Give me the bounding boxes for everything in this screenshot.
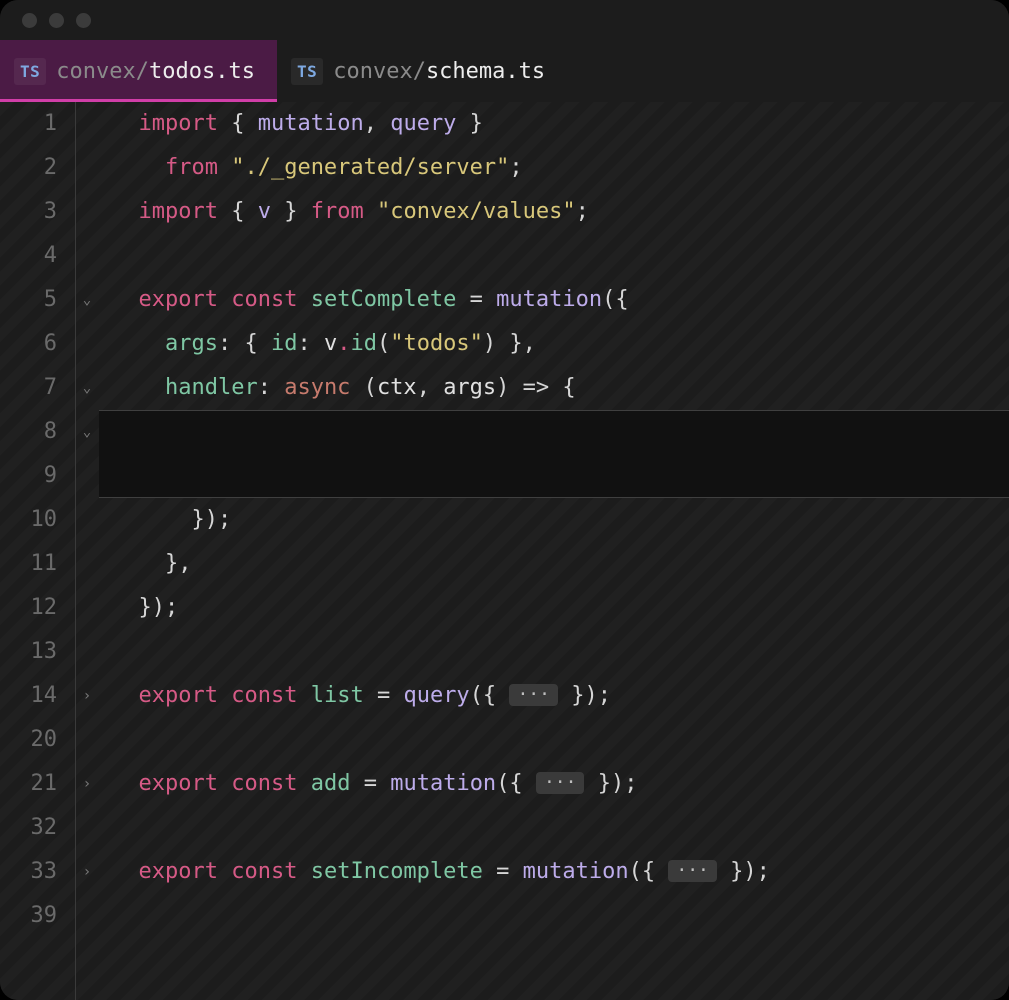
line-number-gutter: 12345678910111213142021323339 xyxy=(0,102,76,1000)
line-number: 13 xyxy=(0,630,75,674)
fold-gutter: ⌄⌄⌄››› xyxy=(76,102,98,1000)
code-line: import { mutation, query } xyxy=(112,102,1009,146)
line-number: 21 xyxy=(0,762,75,806)
code-line: args: { id: v.id("todos") }, xyxy=(112,322,1009,366)
code-line xyxy=(112,234,1009,278)
ts-badge-icon: TS xyxy=(14,58,46,85)
code-editor[interactable]: 12345678910111213142021323339 ⌄⌄⌄››› imp… xyxy=(0,102,1009,1000)
fold-open-icon[interactable]: ⌄ xyxy=(76,366,98,410)
fold-closed-icon[interactable]: › xyxy=(76,674,98,718)
code-line xyxy=(112,718,1009,762)
line-number: 14 xyxy=(0,674,75,718)
line-number: 3 xyxy=(0,190,75,234)
code-content: import { mutation, query } from "./_gene… xyxy=(98,102,1009,1000)
folded-code-icon[interactable]: ··· xyxy=(509,684,558,706)
line-number: 4 xyxy=(0,234,75,278)
editor-window: TS convex/todos.ts TS convex/schema.ts 1… xyxy=(0,0,1009,1000)
code-line: }, xyxy=(112,542,1009,586)
folded-code-icon[interactable]: ··· xyxy=(668,860,717,882)
code-line: }); xyxy=(112,586,1009,630)
fold-open-icon[interactable]: ⌄ xyxy=(76,278,98,322)
line-number: 32 xyxy=(0,806,75,850)
code-line xyxy=(112,630,1009,674)
code-line: import { v } from "convex/values"; xyxy=(112,190,1009,234)
line-number: 7 xyxy=(0,366,75,410)
line-number: 8 xyxy=(0,410,75,454)
line-number: 33 xyxy=(0,850,75,894)
folded-code-icon[interactable]: ··· xyxy=(536,772,585,794)
line-number: 2 xyxy=(0,146,75,190)
window-zoom-dot[interactable] xyxy=(76,13,91,28)
line-number: 39 xyxy=(0,894,75,938)
line-number: 1 xyxy=(0,102,75,146)
window-minimize-dot[interactable] xyxy=(49,13,64,28)
line-number: 6 xyxy=(0,322,75,366)
window-close-dot[interactable] xyxy=(22,13,37,28)
line-number: 20 xyxy=(0,718,75,762)
tab-schema[interactable]: TS convex/schema.ts xyxy=(277,40,567,102)
code-line xyxy=(112,894,1009,938)
tab-bar: TS convex/todos.ts TS convex/schema.ts xyxy=(0,40,1009,102)
line-number: 10 xyxy=(0,498,75,542)
fold-open-icon[interactable]: ⌄ xyxy=(76,410,98,454)
line-number: 11 xyxy=(0,542,75,586)
tab-todos[interactable]: TS convex/todos.ts xyxy=(0,40,277,102)
line-number: 9 xyxy=(0,454,75,498)
code-line: export const setIncomplete = mutation({ … xyxy=(112,850,1009,894)
code-line: export const list = query({ ··· }); xyxy=(112,674,1009,718)
line-number: 12 xyxy=(0,586,75,630)
tab-label: convex/schema.ts xyxy=(333,59,545,84)
window-titlebar xyxy=(0,0,1009,40)
code-line: export const add = mutation({ ··· }); xyxy=(112,762,1009,806)
fold-closed-icon[interactable]: › xyxy=(76,850,98,894)
fold-closed-icon[interactable]: › xyxy=(76,762,98,806)
code-line xyxy=(112,806,1009,850)
code-line: completed: true, xyxy=(112,454,1009,498)
code-line: export const setComplete = mutation({ xyxy=(112,278,1009,322)
code-line: from "./_generated/server"; xyxy=(112,146,1009,190)
code-line: await ctx.db.patch(args.id, { xyxy=(112,410,1009,454)
code-line: }); xyxy=(112,498,1009,542)
tab-label: convex/todos.ts xyxy=(56,59,255,84)
code-line: handler: async (ctx, args) => { xyxy=(112,366,1009,410)
ts-badge-icon: TS xyxy=(291,58,323,85)
line-number: 5 xyxy=(0,278,75,322)
